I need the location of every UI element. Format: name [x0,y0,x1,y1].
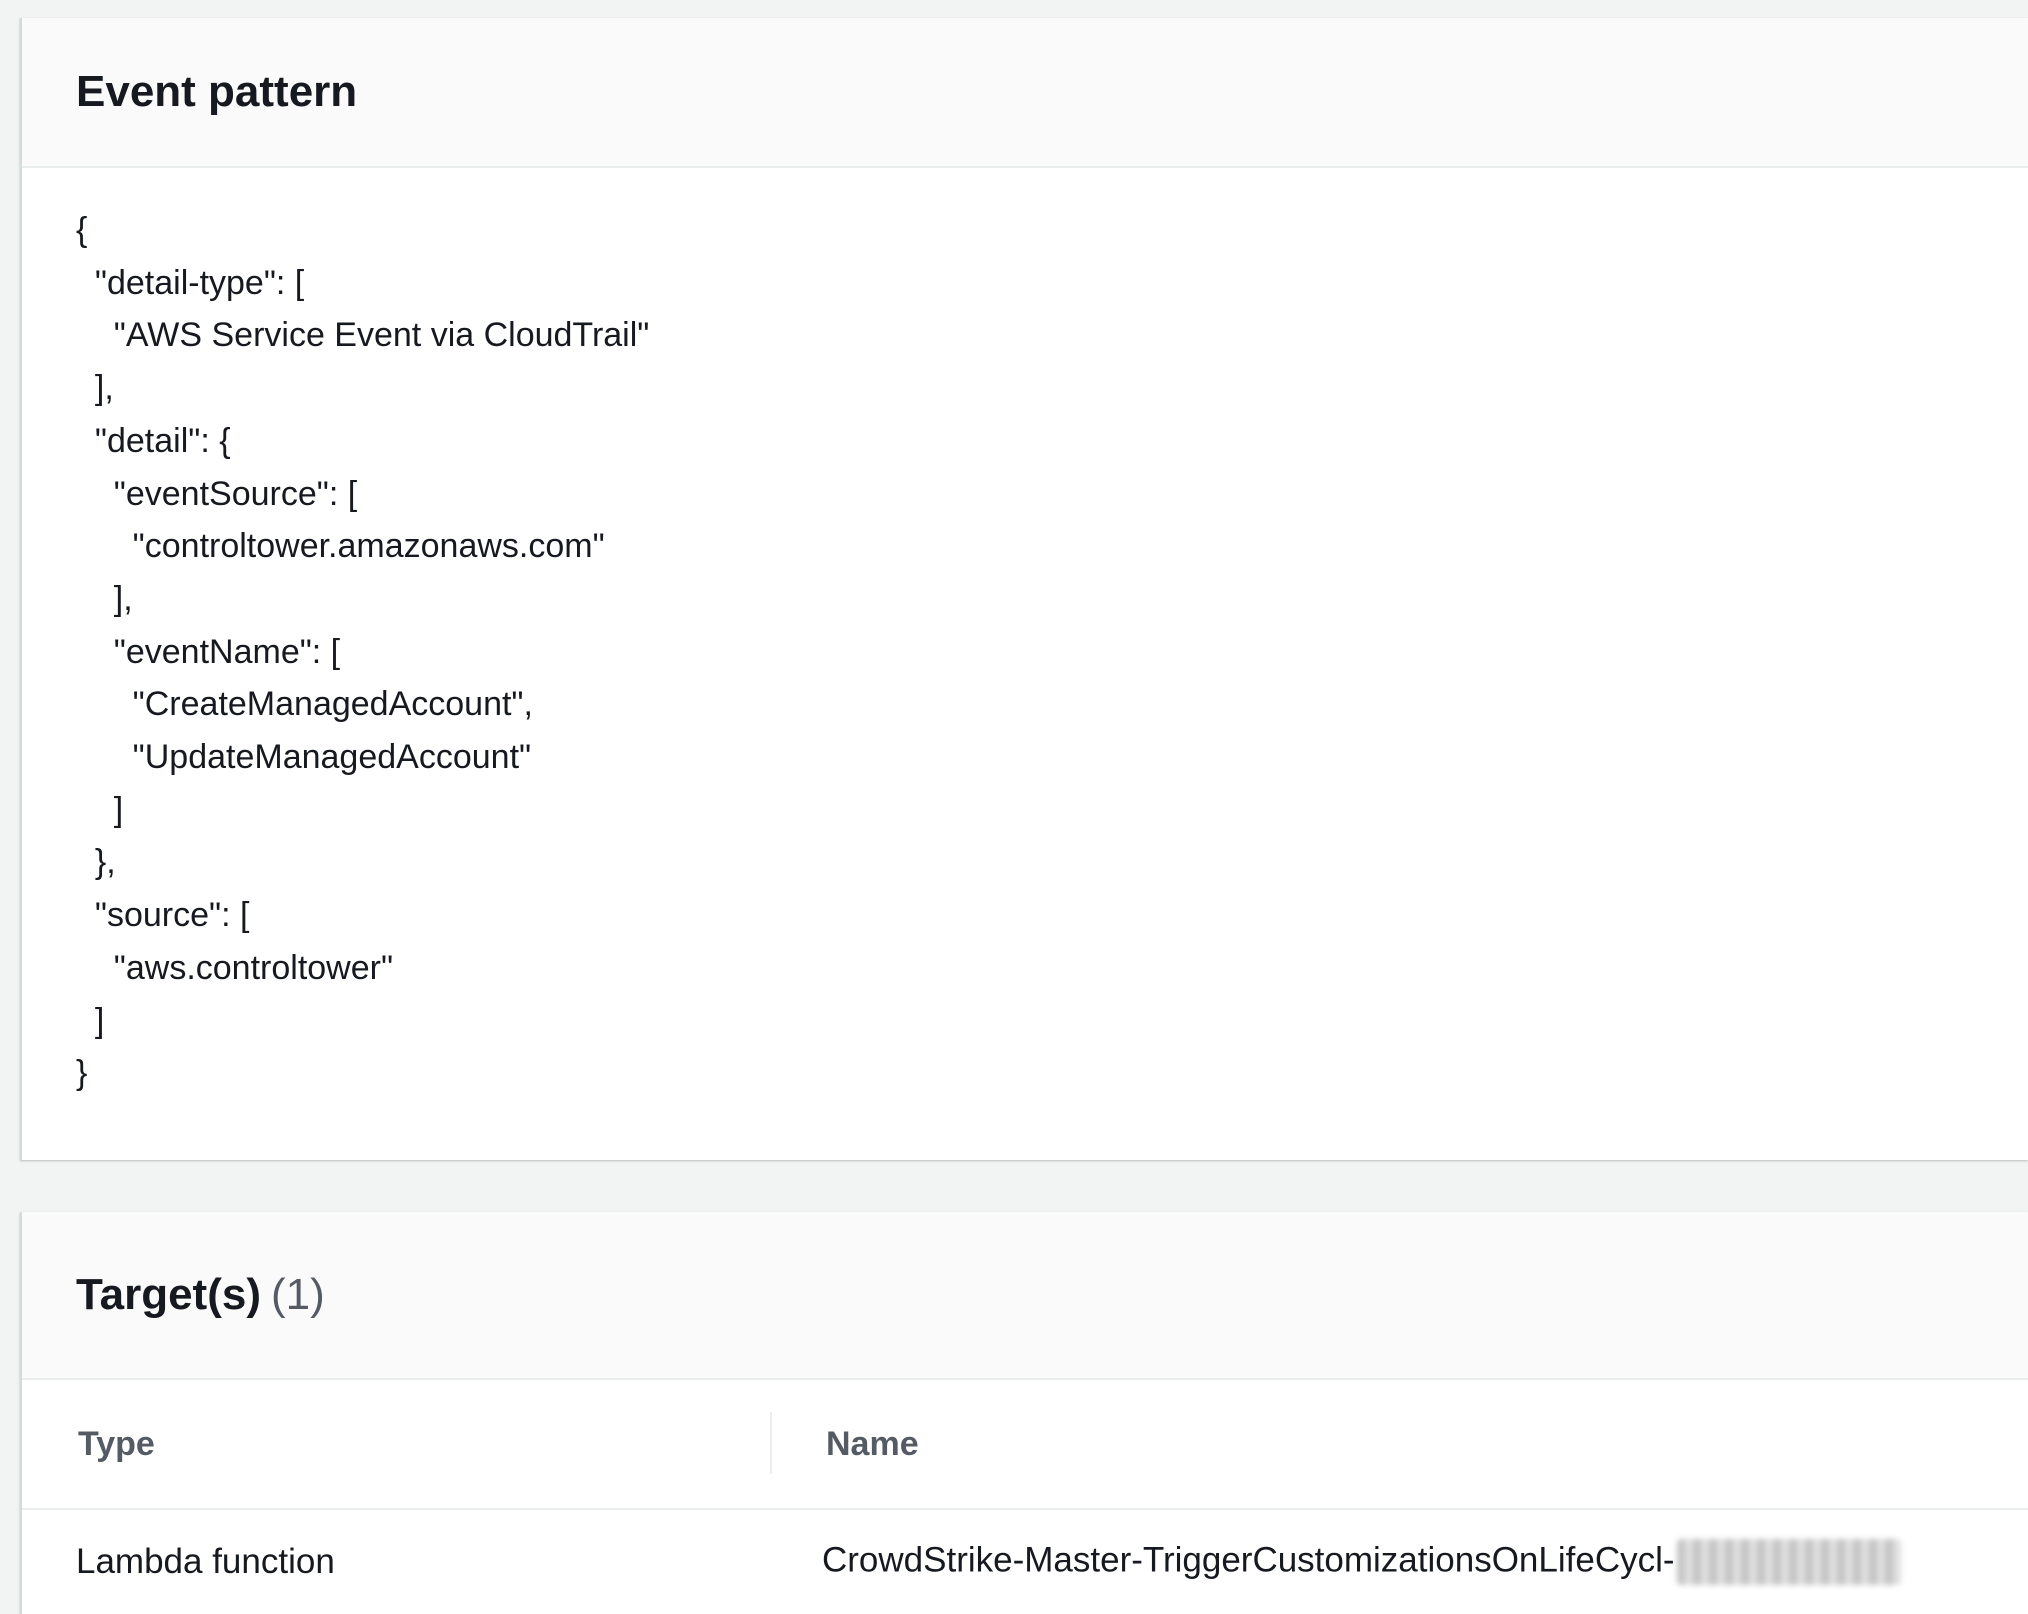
code-line: "eventSource": [ [76,474,358,513]
redacted-blur [1676,1539,1901,1585]
table-row: Lambda function CrowdStrike-Master-Trigg… [22,1510,2028,1614]
targets-count: (1) [270,1270,325,1319]
code-line: "CreateManagedAccount", [76,685,533,724]
event-pattern-header: Event pattern [22,18,2028,168]
code-line: "AWS Service Event via CloudTrail" [76,316,650,355]
code-line: "UpdateManagedAccount" [76,738,532,777]
target-name-text: CrowdStrike-Master-TriggerCustomizations… [822,1540,1675,1580]
code-line: "eventName": [ [76,632,341,671]
column-header-type[interactable]: Type [78,1425,155,1464]
target-name-cell: CrowdStrike-Master-TriggerCustomizations… [822,1539,1901,1585]
code-line: { [76,211,88,249]
code-line: ], [76,369,114,408]
targets-table-header: Type Name [22,1380,2028,1510]
column-divider[interactable] [770,1412,772,1474]
event-pattern-panel: Event pattern { "detail-type": [ "AWS Se… [20,18,2028,1160]
event-pattern-code: { "detail-type": [ "AWS Service Event vi… [22,168,2028,1100]
targets-header: Target(s) (1) [22,1212,2028,1380]
targets-title: Target(s) (1) [76,1270,325,1320]
page: Event pattern { "detail-type": [ "AWS Se… [0,0,2028,1614]
targets-panel: Target(s) (1) Type Name Lambda function C… [20,1212,2028,1614]
code-line: } [76,1054,88,1093]
code-line: "controltower.amazonaws.com" [76,527,605,566]
code-line: "detail": { [76,421,231,460]
code-line: ], [76,579,133,618]
code-line: "detail-type": [ [76,263,305,302]
code-line: "aws.controltower" [76,948,394,987]
event-pattern-title: Event pattern [76,67,358,116]
targets-title-text: Target(s) [76,1270,261,1319]
code-line: }, [76,843,116,882]
target-type-cell: Lambda function [76,1542,335,1581]
column-header-name[interactable]: Name [826,1425,919,1464]
code-line: "source": [ [76,896,250,935]
code-line: ] [76,1001,105,1040]
code-line: ] [76,790,124,829]
